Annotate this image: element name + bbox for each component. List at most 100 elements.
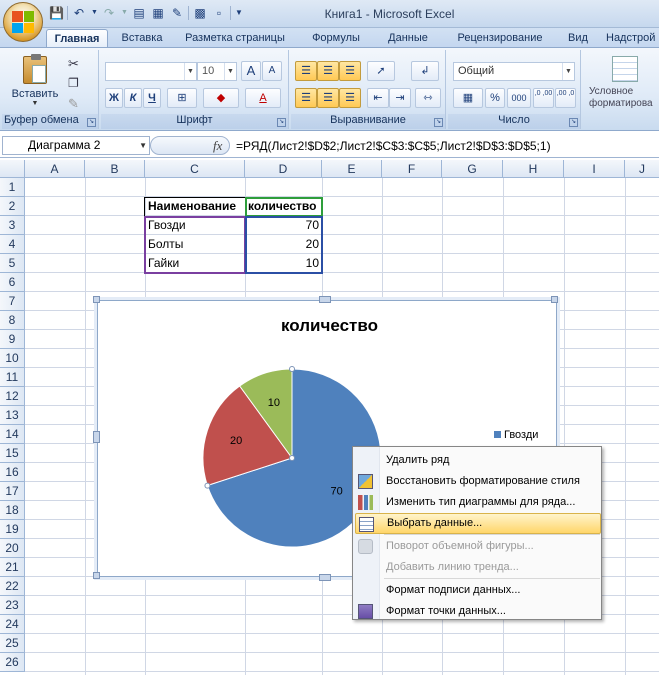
bold-button[interactable]: Ж [105, 88, 123, 108]
row-header[interactable]: 4 [0, 235, 25, 254]
increase-decimal-button[interactable]: ,0 ,00 [533, 88, 554, 108]
row-header[interactable]: 16 [0, 463, 25, 482]
chart-resize-handle[interactable] [93, 296, 100, 303]
column-header[interactable]: D [245, 160, 322, 178]
row-header[interactable]: 13 [0, 406, 25, 425]
grow-font-button[interactable]: A [241, 61, 261, 81]
row-header[interactable]: 12 [0, 387, 25, 406]
orientation-button[interactable]: ➚ [367, 61, 395, 81]
context-menu-item[interactable]: Выбрать данные... [355, 513, 601, 534]
row-header[interactable]: 20 [0, 539, 25, 558]
column-header[interactable]: G [442, 160, 503, 178]
alignment-expand-icon[interactable]: ↘ [434, 118, 443, 127]
row-header[interactable]: 14 [0, 425, 25, 444]
row-header[interactable]: 19 [0, 520, 25, 539]
row-header[interactable]: 10 [0, 349, 25, 368]
align-left-button[interactable]: ☰ [295, 88, 317, 108]
align-middle-button[interactable]: ☰ [317, 61, 339, 81]
chart-title[interactable]: количество [0, 316, 659, 336]
fill-color-button[interactable]: ◆ [203, 88, 239, 108]
align-bottom-button[interactable]: ☰ [339, 61, 361, 81]
font-name-combo[interactable]: ▼ [105, 62, 197, 81]
align-center-button[interactable]: ☰ [317, 88, 339, 108]
select-all-corner[interactable] [0, 160, 25, 178]
row-header[interactable]: 7 [0, 292, 25, 311]
tab-page-layout[interactable]: Разметка страницы [180, 29, 290, 48]
row-header[interactable]: 11 [0, 368, 25, 387]
currency-button[interactable]: ▦ [453, 88, 483, 108]
title-bar: 💾 ↶ ▼ ↷ ▼ ▤ ▦ ✎ ▩ ▫ ▼ Книга1 - Microsoft… [0, 0, 659, 28]
column-header[interactable]: J [625, 160, 659, 178]
font-size-combo[interactable]: 10 ▼ [197, 62, 237, 81]
number-format-combo[interactable]: Общий ▼ [453, 62, 575, 81]
tab-data[interactable]: Данные [378, 29, 438, 48]
row-header[interactable]: 3 [0, 216, 25, 235]
context-menu-item[interactable]: Формат точки данных... [355, 601, 601, 622]
row-header[interactable]: 5 [0, 254, 25, 273]
fx-icon[interactable]: fx [213, 138, 222, 154]
row-header[interactable]: 24 [0, 615, 25, 634]
font-color-button[interactable]: A [245, 88, 281, 108]
align-top-button[interactable]: ☰ [295, 61, 317, 81]
conditional-formatting-button[interactable]: Условное форматирова [587, 52, 659, 116]
tab-addins[interactable]: Надстрой [606, 29, 659, 48]
row-header[interactable]: 18 [0, 501, 25, 520]
tab-review[interactable]: Рецензирование [447, 29, 553, 48]
number-expand-icon[interactable]: ↘ [569, 118, 578, 127]
increase-indent-button[interactable]: ⇥ [389, 88, 411, 108]
column-header[interactable]: E [322, 160, 382, 178]
row-header[interactable]: 25 [0, 634, 25, 653]
copy-icon[interactable]: ❐ [68, 76, 79, 90]
font-expand-icon[interactable]: ↘ [277, 118, 286, 127]
wrap-text-button[interactable]: ↲ [411, 61, 439, 81]
column-header[interactable]: F [382, 160, 442, 178]
name-box[interactable]: Диаграмма 2 ▼ [2, 136, 150, 155]
merge-center-button[interactable]: ⇿ [415, 88, 441, 108]
paste-dropdown-icon[interactable]: ▼ [10, 100, 60, 107]
column-header[interactable]: C [145, 160, 245, 178]
tab-home[interactable]: Главная [46, 29, 108, 48]
column-header[interactable]: I [564, 160, 625, 178]
context-menu-item[interactable]: Удалить ряд [355, 450, 601, 471]
percent-button[interactable]: % [485, 88, 505, 108]
chart-resize-handle[interactable] [93, 431, 100, 443]
paste-button[interactable]: Вставить ▼ [10, 54, 60, 110]
row-header[interactable]: 22 [0, 577, 25, 596]
legend[interactable]: Гвозди [494, 429, 538, 441]
formula-input[interactable]: =РЯД(Лист2!$D$2;Лист2!$C$3:$C$5;Лист2!$D… [236, 137, 551, 155]
chart-resize-handle[interactable] [93, 572, 100, 579]
context-menu-item[interactable]: Восстановить форматирование стиля [355, 471, 601, 492]
context-menu-item[interactable]: Изменить тип диаграммы для ряда... [355, 492, 601, 513]
shrink-font-button[interactable]: A [262, 61, 282, 81]
borders-button[interactable]: ⊞ [167, 88, 197, 108]
row-header[interactable]: 2 [0, 197, 25, 216]
align-right-button[interactable]: ☰ [339, 88, 361, 108]
row-header[interactable]: 21 [0, 558, 25, 577]
chart-resize-handle[interactable] [319, 574, 331, 581]
row-header[interactable]: 6 [0, 273, 25, 292]
tab-formulas[interactable]: Формулы [303, 29, 369, 48]
column-header[interactable]: H [503, 160, 564, 178]
decrease-indent-button[interactable]: ⇤ [367, 88, 389, 108]
tab-view[interactable]: Вид [560, 29, 596, 48]
column-header[interactable]: B [85, 160, 145, 178]
clipboard-expand-icon[interactable]: ↘ [87, 118, 96, 127]
row-header[interactable]: 1 [0, 178, 25, 197]
format-painter-icon[interactable]: ✎ [68, 96, 79, 112]
cut-icon[interactable]: ✂ [68, 56, 79, 72]
chart-resize-handle[interactable] [551, 296, 558, 303]
office-button[interactable] [3, 2, 43, 42]
column-header[interactable]: A [25, 160, 85, 178]
chart-resize-handle[interactable] [319, 296, 331, 303]
row-header[interactable]: 17 [0, 482, 25, 501]
italic-button[interactable]: К [124, 88, 142, 108]
row-header[interactable]: 15 [0, 444, 25, 463]
row-header[interactable]: 23 [0, 596, 25, 615]
row-header[interactable]: 26 [0, 653, 25, 672]
context-menu-item[interactable]: Формат подписи данных... [355, 580, 601, 601]
thousands-button[interactable]: 000 [507, 88, 531, 108]
decrease-decimal-button[interactable]: ,00 ,0 [555, 88, 576, 108]
tab-insert[interactable]: Вставка [112, 29, 172, 48]
underline-button[interactable]: Ч [143, 88, 161, 108]
context-menu-item-label: Выбрать данные... [387, 517, 483, 529]
